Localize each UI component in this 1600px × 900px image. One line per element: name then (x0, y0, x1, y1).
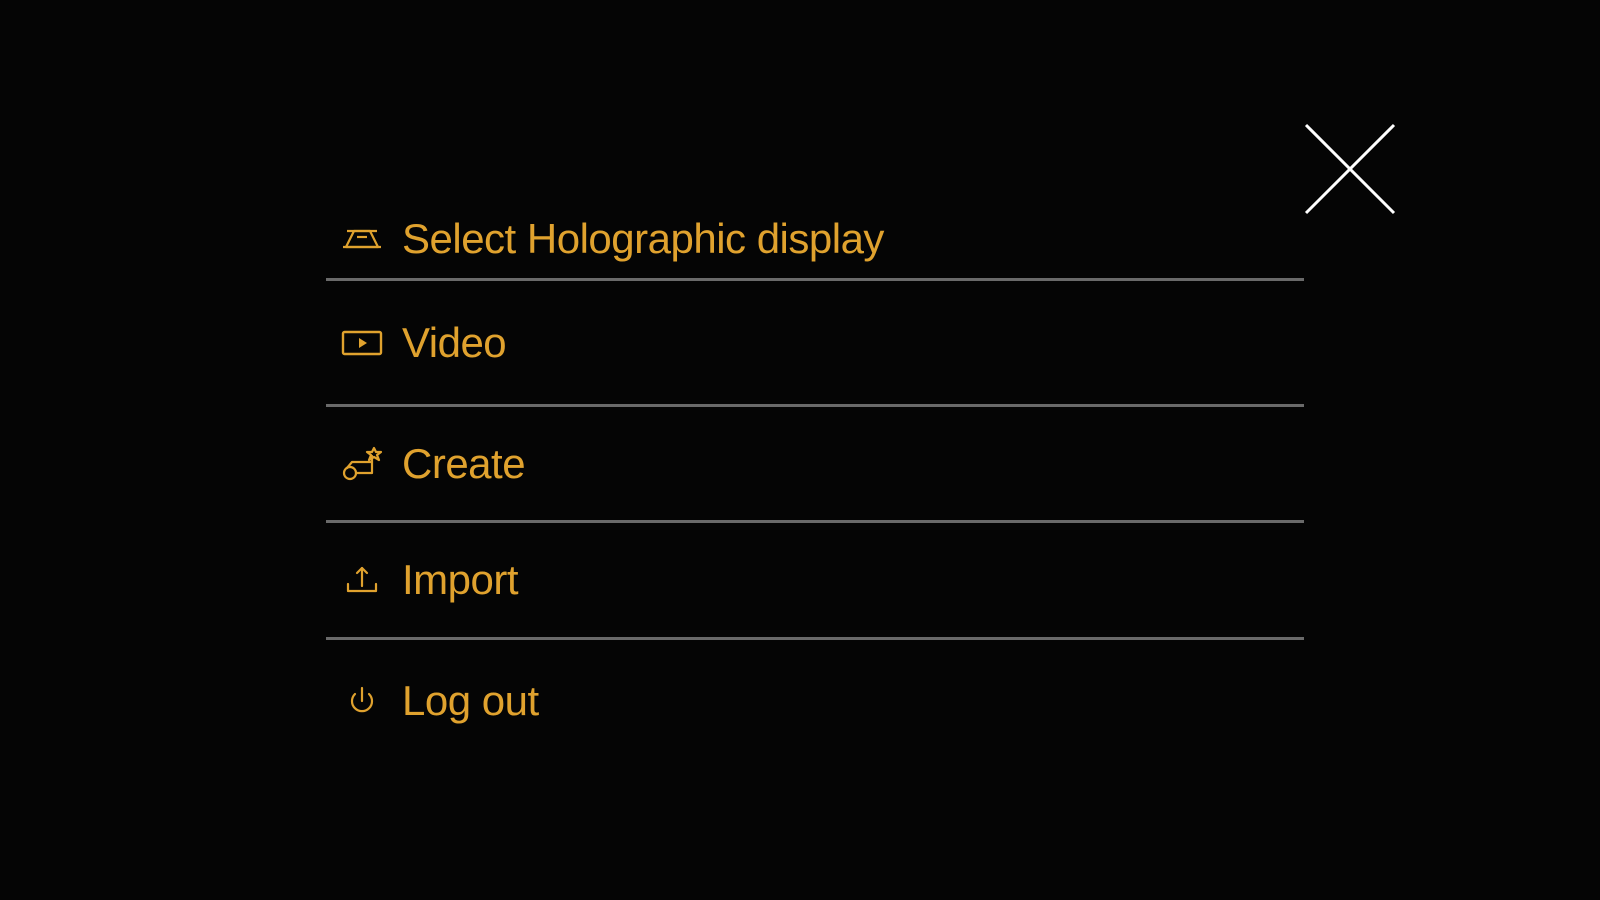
import-icon (340, 558, 384, 602)
menu-item-label: Log out (402, 677, 539, 724)
menu-item-label: Import (402, 556, 519, 603)
menu-screen: Select Holographic display Video Create … (0, 0, 1600, 900)
video-icon (340, 321, 384, 365)
menu-item-label: Video (402, 318, 507, 366)
create-icon (340, 442, 384, 486)
main-menu: Select Holographic display Video Create … (326, 200, 1304, 762)
power-icon (340, 679, 384, 723)
menu-item-select-holographic-display[interactable]: Select Holographic display (326, 200, 1304, 278)
holographic-display-icon (340, 217, 384, 261)
menu-item-label: Select Holographic display (402, 215, 884, 262)
menu-item-log-out[interactable]: Log out (326, 640, 1304, 762)
menu-item-video[interactable]: Video (326, 281, 1304, 404)
menu-item-import[interactable]: Import (326, 523, 1304, 637)
close-icon (1304, 123, 1396, 215)
menu-item-label: Create (402, 439, 526, 487)
close-button[interactable] (1304, 123, 1396, 215)
menu-item-create[interactable]: Create (326, 407, 1304, 520)
